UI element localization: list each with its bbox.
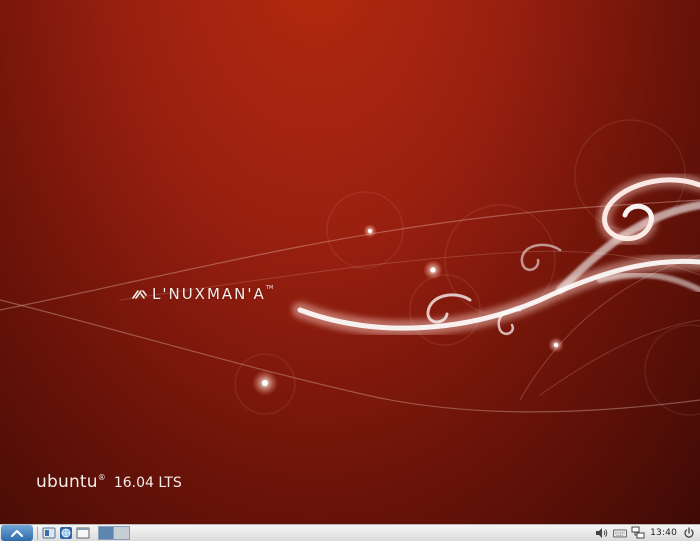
system-tray: 13:40	[595, 526, 700, 540]
web-browser-launcher[interactable]	[59, 526, 73, 540]
ubuntu-version-label: ubuntu® 16.04 LTS	[36, 472, 182, 492]
network-status[interactable]	[631, 526, 645, 540]
keyboard-icon	[613, 529, 628, 538]
linuxmania-mark-icon	[132, 290, 147, 299]
terminal-launcher[interactable]	[76, 526, 90, 540]
menu-icon	[11, 530, 23, 537]
desktop[interactable]: L'NUXMAN'ATM ubuntu® 16.04 LTS	[0, 0, 700, 524]
start-menu-button[interactable]	[1, 525, 33, 541]
volume-control[interactable]	[595, 526, 609, 540]
brand-trademark: TM	[265, 285, 274, 291]
network-icon	[631, 526, 645, 539]
web-browser-icon	[60, 527, 72, 539]
os-registered-mark: ®	[97, 473, 106, 482]
workspace-2[interactable]	[114, 526, 130, 540]
taskbar: 13:40	[0, 524, 700, 541]
power-button[interactable]	[682, 526, 696, 540]
keyboard-layout[interactable]	[613, 526, 628, 540]
taskbar-separator	[37, 526, 38, 540]
clock[interactable]: 13:40	[650, 528, 677, 538]
os-version: 16.04 LTS	[113, 475, 182, 491]
brand-text: L'NUXMAN'A	[152, 285, 266, 303]
file-manager-icon	[42, 527, 56, 539]
workspace-1[interactable]	[98, 526, 114, 540]
workspace-pager	[98, 526, 130, 540]
os-name: ubuntu	[36, 472, 98, 492]
volume-icon	[596, 528, 608, 538]
wallpaper-swirls	[0, 119, 700, 416]
linuxmania-logo: L'NUXMAN'ATM	[132, 285, 273, 303]
terminal-icon	[76, 527, 90, 539]
power-icon	[684, 527, 694, 538]
file-manager-launcher[interactable]	[42, 526, 56, 540]
